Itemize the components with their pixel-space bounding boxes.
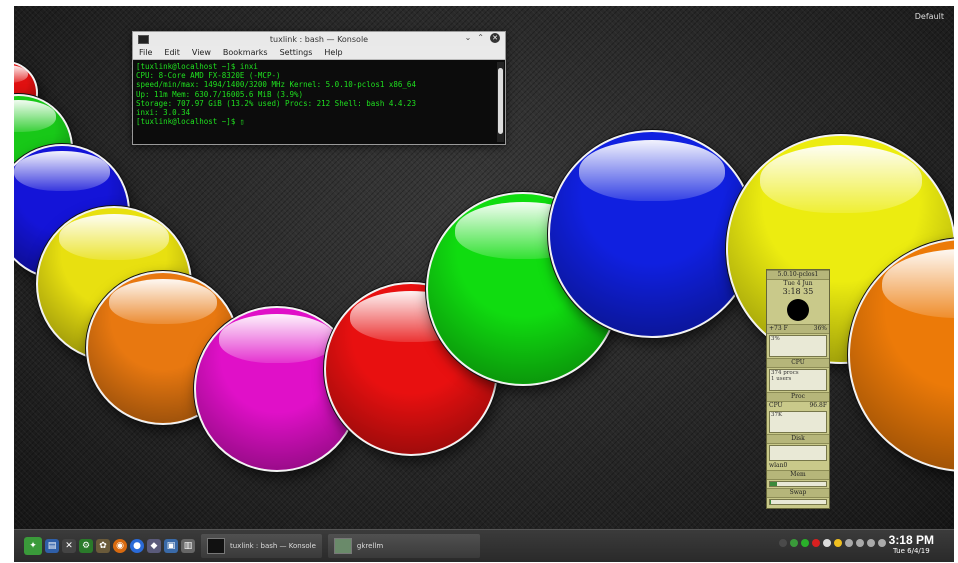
- gk-disk-graph[interactable]: 37K: [769, 411, 827, 433]
- gk-cpu-pct: 3%: [771, 336, 780, 342]
- settings-icon[interactable]: ⚙: [79, 539, 93, 553]
- gkrellm-monitor[interactable]: 5.0.10-pclos1 Tue 4 Jun 3:18 35 +73 F 36…: [766, 269, 830, 509]
- volume-icon[interactable]: [878, 539, 886, 547]
- minimize-button[interactable]: ⌄: [465, 33, 472, 43]
- notification-icon[interactable]: [834, 539, 842, 547]
- tools-icon[interactable]: ✕: [62, 539, 76, 553]
- clock-time: 3:18 PM: [888, 533, 934, 547]
- gk-users: 1 users: [771, 376, 792, 382]
- gk-clock: 3:18 35: [782, 287, 814, 296]
- task-konsole[interactable]: tuxlink : bash — Konsole: [201, 534, 322, 558]
- gk-proc-label: Proc: [767, 392, 829, 402]
- menu-view[interactable]: View: [192, 48, 211, 57]
- gk-cpu-label: CPU: [767, 358, 829, 368]
- gk-net-label: wlan0: [769, 462, 788, 469]
- clock-date: Tue 6/4/19: [892, 547, 930, 555]
- gk-mem-label: Mem: [767, 470, 829, 480]
- update-icon[interactable]: [790, 539, 798, 547]
- terminal-icon: [207, 538, 225, 554]
- window-title: tuxlink : bash — Konsole: [269, 34, 369, 44]
- gk-disk-label: Disk: [767, 434, 829, 444]
- terminal-output[interactable]: [tuxlink@localhost ~]$ inxi CPU: 8-Core A…: [133, 60, 495, 144]
- taskbar: ✦ ▤ ✕ ⚙ ✿ ◉ ● ◆ ▣ ▥ tuxlink : bash — Kon…: [14, 529, 954, 562]
- media-icon[interactable]: ◆: [147, 539, 161, 553]
- terminal-line: Storage: 707.97 GiB (13.2% used) Procs: …: [136, 98, 416, 108]
- menu-help[interactable]: Help: [324, 48, 342, 57]
- close-button[interactable]: ✕: [490, 33, 500, 43]
- network-icon[interactable]: [779, 539, 787, 547]
- terminal-line: speed/min/max: 1494/1400/3200 MHz Kernel…: [136, 80, 416, 90]
- gk-swap-fill: [770, 500, 772, 504]
- gk-disk-val: 37K: [771, 412, 783, 418]
- app-launcher-icon[interactable]: ✦: [24, 537, 42, 555]
- gk-swap-label: Swap: [767, 488, 829, 498]
- scrollbar-thumb[interactable]: [498, 68, 503, 134]
- clipboard-icon[interactable]: ▥: [181, 539, 195, 553]
- menu-edit[interactable]: Edit: [164, 48, 180, 57]
- konsole-window[interactable]: tuxlink : bash — Konsole ⌄ ⌃ ✕ File Edit…: [132, 31, 506, 145]
- package-icon[interactable]: ✿: [96, 539, 110, 553]
- terminal-line: inxi: 3.0.34: [136, 108, 191, 118]
- kde-connect-icon[interactable]: [867, 539, 875, 547]
- browser-icon[interactable]: ●: [130, 539, 144, 553]
- gk-cpu2-temp: 96.8F: [809, 402, 827, 409]
- terminal-scrollbar[interactable]: [497, 62, 504, 142]
- check-icon[interactable]: [801, 539, 809, 547]
- menubar: File Edit View Bookmarks Settings Help: [133, 46, 505, 60]
- terminal-line: Up: 11m Mem: 630.7/16005.6 MiB (3.9%): [136, 89, 304, 99]
- terminal-line: [tuxlink@localhost ~]$ ▯: [136, 117, 245, 127]
- gk-proc-graph[interactable]: 374 procs 1 users: [769, 369, 827, 391]
- firefox-icon[interactable]: ◉: [113, 539, 127, 553]
- konsole-titlebar[interactable]: tuxlink : bash — Konsole ⌄ ⌃ ✕: [133, 32, 505, 46]
- gk-mem-fill: [770, 482, 777, 486]
- control-center-icon[interactable]: ▣: [164, 539, 178, 553]
- gk-mem-bar: [769, 481, 827, 487]
- gk-cpu2-label: CPU: [769, 402, 783, 409]
- menu-bookmarks[interactable]: Bookmarks: [223, 48, 268, 57]
- task-label: gkrellm: [356, 542, 384, 550]
- task-gkrellm[interactable]: gkrellm: [327, 534, 480, 558]
- menu-settings[interactable]: Settings: [280, 48, 313, 57]
- gk-moon-icon: [787, 299, 809, 321]
- gk-hostname: 5.0.10-pclos1: [767, 270, 829, 280]
- files-icon[interactable]: ▤: [45, 539, 59, 553]
- digital-clock[interactable]: 3:18 PM Tue 6/4/19: [889, 533, 934, 555]
- gk-temp-pct: 36%: [813, 325, 827, 332]
- system-tray: [779, 539, 886, 547]
- gkrellm-icon: [333, 538, 352, 554]
- clipboard-tray-icon[interactable]: [823, 539, 831, 547]
- gk-swap-bar: [769, 499, 827, 505]
- terminal-line: CPU: 8-Core AMD FX-8320E (-MCP-): [136, 71, 281, 81]
- maximize-button[interactable]: ⌃: [477, 33, 484, 43]
- activity-label[interactable]: Default: [915, 12, 944, 21]
- bluetooth-icon[interactable]: [856, 539, 864, 547]
- terminal-line: [tuxlink@localhost ~]$ inxi: [136, 62, 258, 71]
- printer-icon[interactable]: [845, 539, 853, 547]
- wallpaper-ball: [548, 130, 756, 338]
- gk-net-graph[interactable]: [769, 445, 827, 461]
- task-label: tuxlink : bash — Konsole: [230, 542, 316, 550]
- menu-file[interactable]: File: [139, 48, 152, 57]
- alert-icon[interactable]: [812, 539, 820, 547]
- gk-temp: +73 F: [769, 325, 788, 332]
- gk-cpu-graph[interactable]: 3%: [769, 335, 827, 357]
